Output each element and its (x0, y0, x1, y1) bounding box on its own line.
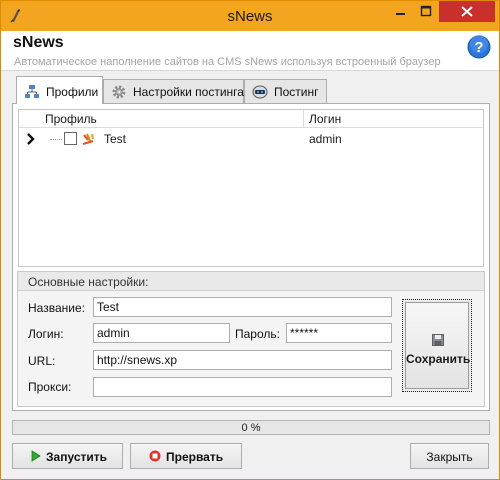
save-button[interactable]: Сохранить (402, 299, 472, 392)
tab-profiles-label: Профили (46, 85, 99, 99)
tab-posting-settings-label: Настройки постинга (133, 85, 244, 99)
column-divider (303, 110, 304, 128)
row-profile-name: Test (104, 132, 127, 146)
profiles-grid[interactable]: Профиль Логин Test admin (18, 109, 484, 267)
stop-button[interactable]: Прервать (130, 443, 242, 469)
close-button[interactable] (439, 1, 495, 22)
password-field[interactable] (286, 323, 392, 343)
proxy-label: Прокси: (28, 380, 72, 394)
settings-header: Основные настройки: (18, 272, 484, 291)
floppy-icon (432, 334, 444, 346)
close-app-button-label: Закрыть (426, 450, 473, 464)
name-field[interactable] (93, 297, 392, 317)
settings-title: Основные настройки: (28, 275, 149, 289)
progress-text: 0 % (241, 422, 261, 434)
main-settings-group: Основные настройки: Название: Логин: Пар… (17, 271, 485, 407)
play-icon (31, 450, 41, 462)
tab-posting-label: Постинг (274, 85, 319, 99)
row-checkbox[interactable] (64, 132, 77, 145)
minimize-icon (396, 13, 405, 15)
url-field[interactable] (93, 350, 392, 370)
help-icon[interactable]: ? (467, 35, 491, 59)
progress-bar: 0 % (12, 420, 490, 435)
app-subtitle: Автоматическое наполнение сайтов на CMS … (14, 56, 441, 68)
column-header-profile[interactable]: Профиль (45, 112, 97, 126)
stop-icon (149, 450, 161, 462)
robot-icon (252, 85, 268, 99)
start-button-label: Запустить (46, 450, 107, 464)
grid-header: Профиль Логин (19, 110, 483, 128)
svg-text:?: ? (474, 39, 483, 56)
tab-posting-settings[interactable]: Настройки постинга (103, 79, 244, 103)
app-header: sNews Автоматическое наполнение сайтов н… (1, 31, 499, 71)
stop-button-label: Прервать (166, 450, 224, 464)
close-app-button[interactable]: Закрыть (410, 443, 489, 469)
url-label: URL: (28, 354, 56, 368)
tree-connector (50, 139, 62, 140)
gear-icon (112, 85, 126, 99)
title-bar[interactable]: sNews (1, 1, 499, 31)
row-login: admin (309, 132, 342, 146)
name-label: Название: (28, 301, 85, 315)
start-button[interactable]: Запустить (12, 443, 123, 469)
tab-profiles[interactable]: Профили (16, 76, 103, 104)
save-button-label: Сохранить (406, 352, 471, 366)
maximize-button[interactable] (413, 1, 439, 22)
maximize-icon (420, 5, 432, 17)
tab-posting[interactable]: Постинг (244, 79, 327, 103)
row-indicator-icon (27, 133, 35, 145)
proxy-field[interactable] (93, 377, 392, 397)
login-field[interactable] (93, 323, 230, 343)
app-window: sNews sNews Автоматическое наполнение са… (0, 0, 500, 480)
minimize-button[interactable] (387, 1, 413, 22)
save-button-face: Сохранить (405, 302, 471, 389)
profiles-icon (25, 85, 39, 98)
app-heading: sNews (13, 34, 64, 51)
login-label: Логин: (28, 327, 64, 341)
password-label: Пароль: (235, 327, 280, 341)
column-header-login[interactable]: Логин (309, 112, 341, 126)
close-icon (461, 6, 473, 17)
snews-logo-icon (82, 133, 94, 146)
table-row[interactable]: Test admin (19, 129, 483, 149)
profiles-panel: Профиль Логин Test admin Основные настро… (12, 103, 490, 411)
